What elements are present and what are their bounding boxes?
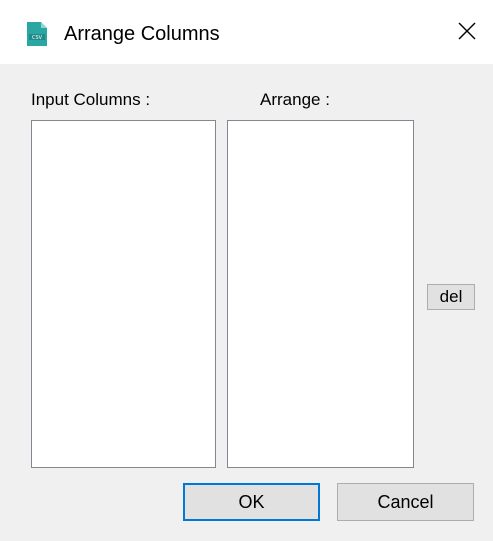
title-bar: CSV Arrange Columns <box>0 0 493 64</box>
cancel-button[interactable]: Cancel <box>337 483 474 521</box>
input-columns-list[interactable] <box>31 120 216 468</box>
ok-button[interactable]: OK <box>183 483 320 521</box>
arrange-list[interactable] <box>227 120 414 468</box>
input-columns-label: Input Columns : <box>31 90 151 109</box>
close-button[interactable] <box>448 14 486 52</box>
arrange-columns-dialog: CSV Arrange Columns Input Columns : Arra… <box>0 0 493 541</box>
delete-button[interactable]: del <box>427 284 475 310</box>
csv-file-icon: CSV <box>27 22 47 46</box>
close-icon <box>458 22 476 45</box>
arrange-label: Arrange : <box>260 90 330 109</box>
window-title: Arrange Columns <box>64 23 220 45</box>
svg-text:CSV: CSV <box>32 35 43 41</box>
